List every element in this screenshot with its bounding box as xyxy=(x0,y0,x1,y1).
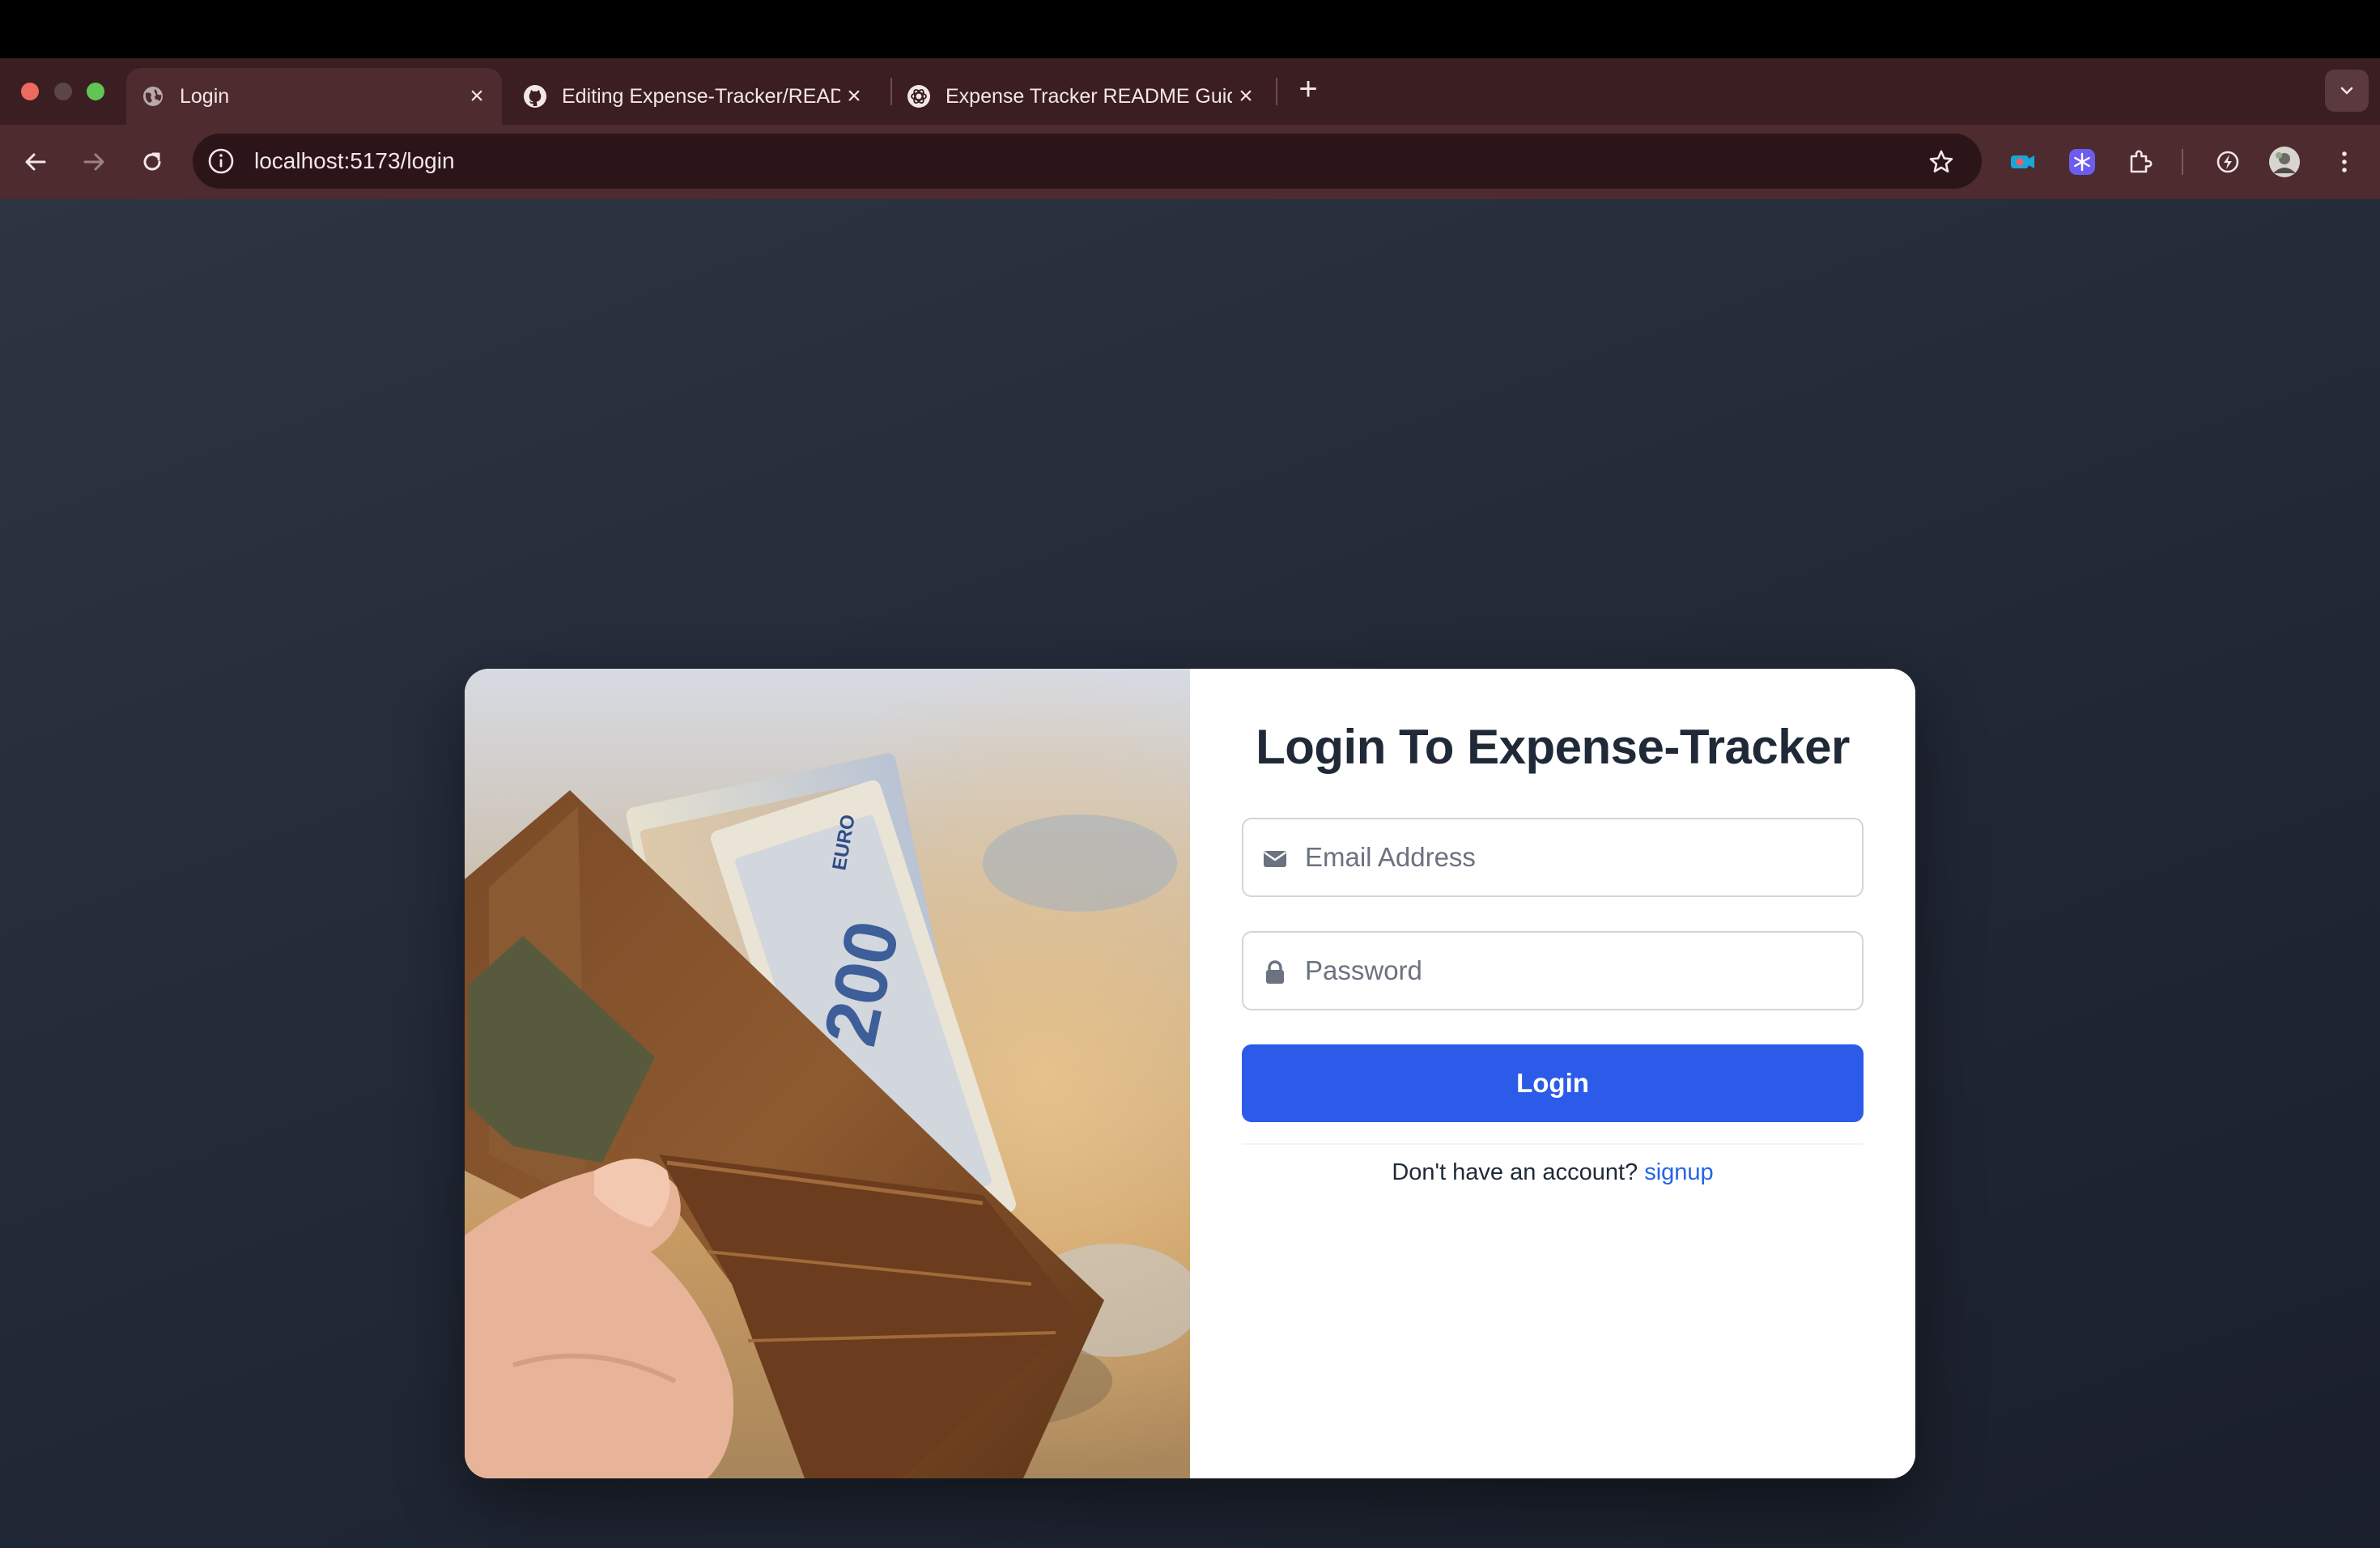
back-button[interactable] xyxy=(18,144,53,180)
openai-icon xyxy=(907,84,931,108)
system-menu-bar xyxy=(0,0,2380,58)
login-button[interactable]: Login xyxy=(1242,1044,1864,1122)
email-field[interactable] xyxy=(1242,818,1864,897)
minimize-window-button[interactable] xyxy=(54,83,72,100)
arrow-right-icon xyxy=(83,153,104,171)
tab-title: Login xyxy=(180,84,230,108)
tab-divider xyxy=(890,78,892,105)
tab-title: Editing Expense-Tracker/README.md xyxy=(562,84,840,108)
reload-button[interactable] xyxy=(134,144,170,180)
lock-icon xyxy=(1266,960,1284,984)
performance-icon[interactable] xyxy=(2210,144,2246,180)
divider xyxy=(1242,1143,1864,1145)
login-card: EURO 200 Login To Expense-Tracker Email … xyxy=(465,669,1915,1478)
tab-login[interactable]: Login × xyxy=(126,68,502,125)
password-input[interactable] xyxy=(1305,933,1847,1009)
envelope-icon xyxy=(1264,851,1286,867)
menu-kebab-icon[interactable] xyxy=(2327,144,2362,180)
snowflake-extension-icon[interactable] xyxy=(2064,144,2100,180)
zoom-window-button[interactable] xyxy=(87,83,104,100)
email-input[interactable] xyxy=(1305,819,1847,895)
reload-icon xyxy=(143,152,161,171)
globe-icon xyxy=(141,84,165,108)
close-tab-icon[interactable]: × xyxy=(1232,83,1260,110)
tab-divider xyxy=(1276,78,1277,105)
page-background: EURO 200 Login To Expense-Tracker Email … xyxy=(0,199,2380,1548)
tab-title: Expense Tracker README Guide xyxy=(946,84,1232,108)
tab-github-readme[interactable]: Editing Expense-Tracker/README.md × xyxy=(513,68,879,125)
signup-link[interactable]: signup xyxy=(1644,1159,1713,1185)
github-icon xyxy=(523,84,547,108)
close-window-button[interactable] xyxy=(21,83,39,100)
signup-prompt-text: Don't have an account? xyxy=(1392,1159,1638,1185)
address-bar[interactable] xyxy=(193,134,1982,189)
bookmark-star-icon[interactable] xyxy=(1925,146,1957,178)
close-tab-icon[interactable]: × xyxy=(463,83,491,110)
new-tab-button[interactable]: + xyxy=(1290,71,1326,107)
close-tab-icon[interactable]: × xyxy=(840,83,868,110)
chevron-down-icon xyxy=(2340,87,2353,95)
password-field[interactable] xyxy=(1242,931,1864,1010)
tab-search-button[interactable] xyxy=(2325,70,2369,112)
toolbar-divider xyxy=(2182,149,2183,175)
tab-chatgpt[interactable]: Expense Tracker README Guide × xyxy=(897,68,1271,125)
login-form-panel: Login To Expense-Tracker Login Don't hav… xyxy=(1190,669,1915,1478)
wallet-photo: EURO 200 xyxy=(465,669,1190,1478)
profile-avatar[interactable] xyxy=(2267,144,2302,180)
url-text[interactable]: localhost:5173/login xyxy=(254,146,455,176)
extensions-puzzle-icon[interactable] xyxy=(2123,144,2158,180)
arrow-left-icon xyxy=(25,153,46,171)
signup-prompt: Don't have an account? signup xyxy=(1190,1159,1915,1186)
screen-recorder-extension-icon[interactable] xyxy=(2004,144,2040,180)
forward-button[interactable] xyxy=(76,144,112,180)
page-title: Login To Expense-Tracker xyxy=(1256,720,1850,774)
site-info-icon[interactable] xyxy=(206,146,236,176)
